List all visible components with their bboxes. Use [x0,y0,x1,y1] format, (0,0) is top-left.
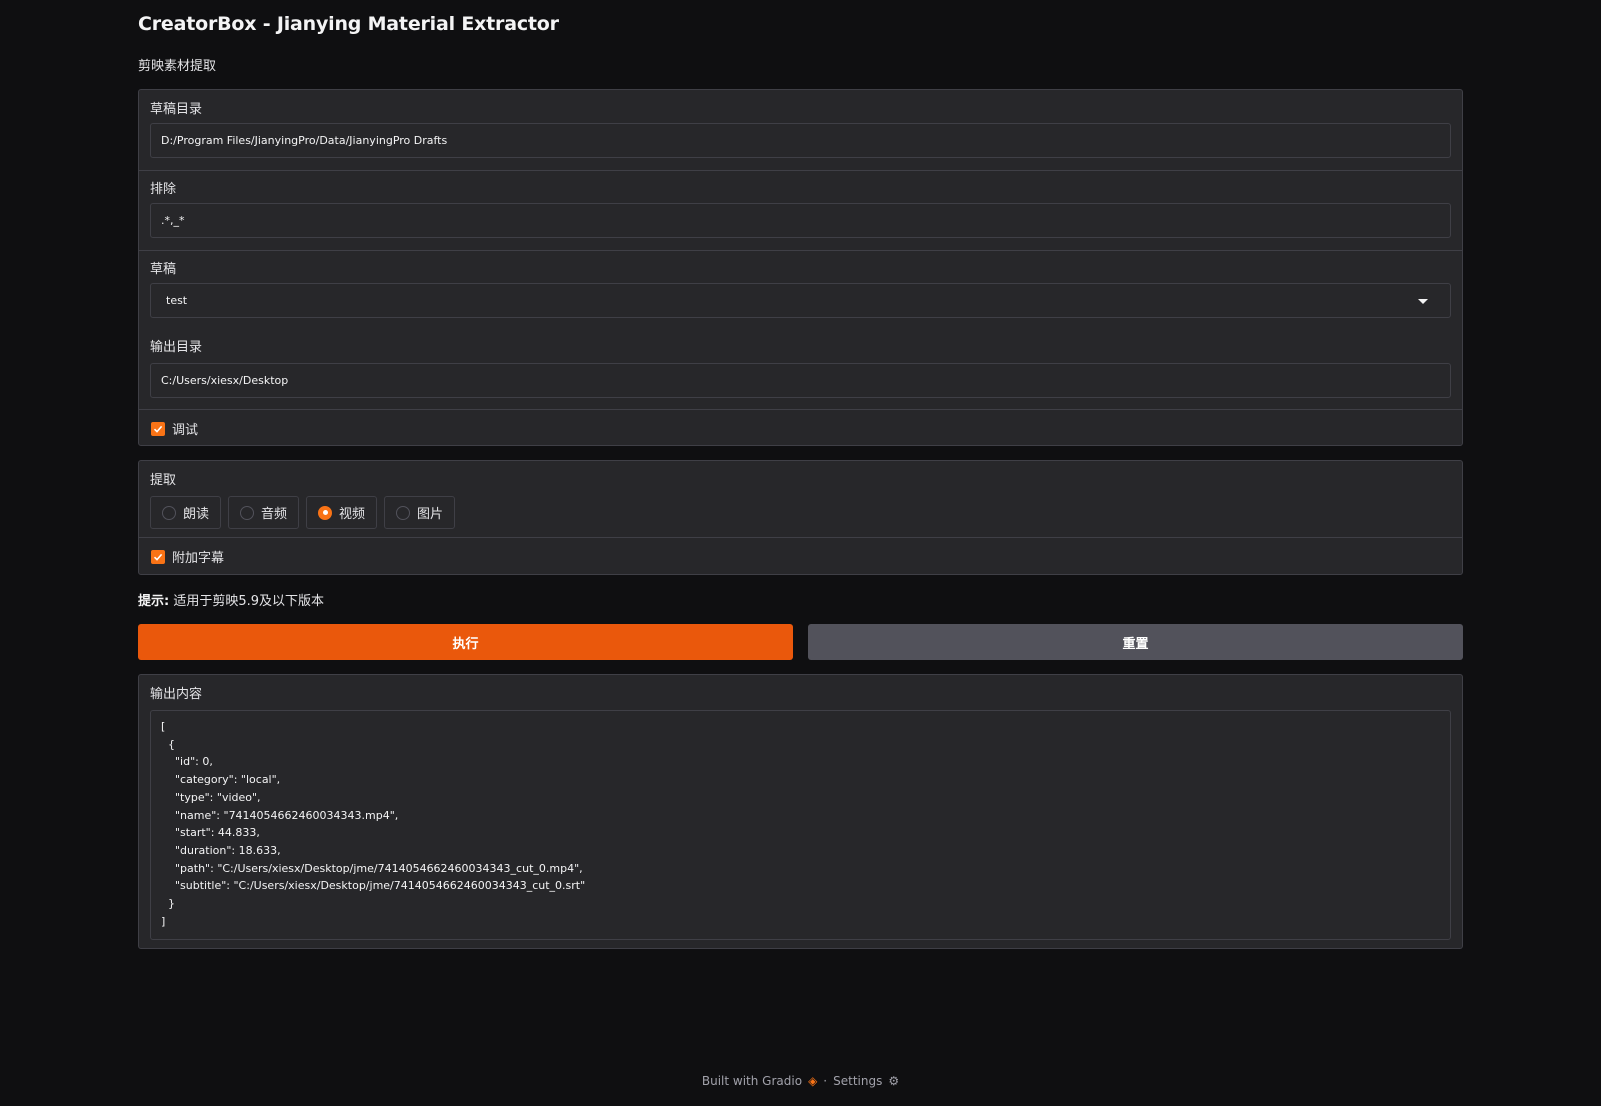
draft-dropdown[interactable]: test [150,283,1451,318]
radio-label: 朗读 [183,507,210,522]
subtitle-label: 附加字幕 [172,551,225,566]
hint-body: 适用于剪映5.9及以下版本 [173,594,325,609]
gradio-logo-icon: ◈ [808,1074,818,1088]
check-icon [153,425,163,433]
radio-label: 视频 [339,507,366,522]
check-icon [153,553,163,561]
radio-option-image[interactable]: 图片 [384,496,456,529]
hint-prefix: 提示: [138,594,170,609]
footer: Built with Gradio ◈ · Settings ⚙ [0,1074,1601,1088]
settings-panel: 草稿目录 D:/Program Files/JianyingPro/Data/J… [138,89,1463,446]
built-with-gradio-link[interactable]: Built with Gradio [702,1074,802,1088]
drafts-dir-input[interactable]: D:/Program Files/JianyingPro/Data/Jianyi… [150,123,1451,158]
radio-option-audio[interactable]: 音频 [228,496,300,529]
app-root: CreatorBox - Jianying Material Extractor… [0,0,1601,1106]
debug-checkbox[interactable] [151,421,165,436]
divider [139,409,1462,410]
exclude-label: 排除 [150,182,177,197]
extract-radio-group: 朗读 音频 视频 图片 [150,496,456,529]
radio-icon [240,505,255,520]
divider [139,250,1462,251]
output-panel: 输出内容 [ { "id": 0, "category": "local", "… [138,674,1463,949]
draft-selected-value: test [166,294,188,307]
subtitle-checkbox-row[interactable]: 附加字幕 [151,547,224,566]
debug-checkbox-row[interactable]: 调试 [151,419,198,438]
radio-icon [396,505,411,520]
debug-label: 调试 [172,423,199,438]
hint-text: 提示: 适用于剪映5.9及以下版本 [138,590,324,609]
run-button[interactable]: 执行 [138,624,793,660]
page-title: CreatorBox - Jianying Material Extractor [138,13,559,35]
extract-label: 提取 [150,473,177,488]
radio-label: 图片 [417,507,444,522]
drafts-dir-label: 草稿目录 [150,102,203,117]
chevron-down-icon[interactable] [1418,299,1428,304]
gear-icon[interactable]: ⚙ [888,1074,899,1088]
radio-option-read[interactable]: 朗读 [150,496,222,529]
divider [139,170,1462,171]
reset-button[interactable]: 重置 [808,624,1463,660]
footer-separator: · [823,1074,828,1088]
output-textarea[interactable]: [ { "id": 0, "category": "local", "type"… [150,710,1451,940]
radio-selected-icon [318,505,333,520]
output-dir-input[interactable]: C:/Users/xiesx/Desktop [150,363,1451,398]
output-label: 输出内容 [150,687,203,702]
radio-option-video[interactable]: 视频 [306,496,378,529]
exclude-input[interactable]: .*,_* [150,203,1451,238]
page-subtitle: 剪映素材提取 [138,59,217,74]
extract-panel: 提取 朗读 音频 视频 图片 附加字幕 [138,460,1463,575]
radio-icon [162,505,176,520]
settings-link[interactable]: Settings [833,1074,882,1088]
subtitle-checkbox[interactable] [151,549,165,564]
draft-label: 草稿 [150,262,177,277]
radio-label: 音频 [261,507,288,522]
output-dir-label: 输出目录 [150,340,203,355]
divider [139,537,1462,538]
